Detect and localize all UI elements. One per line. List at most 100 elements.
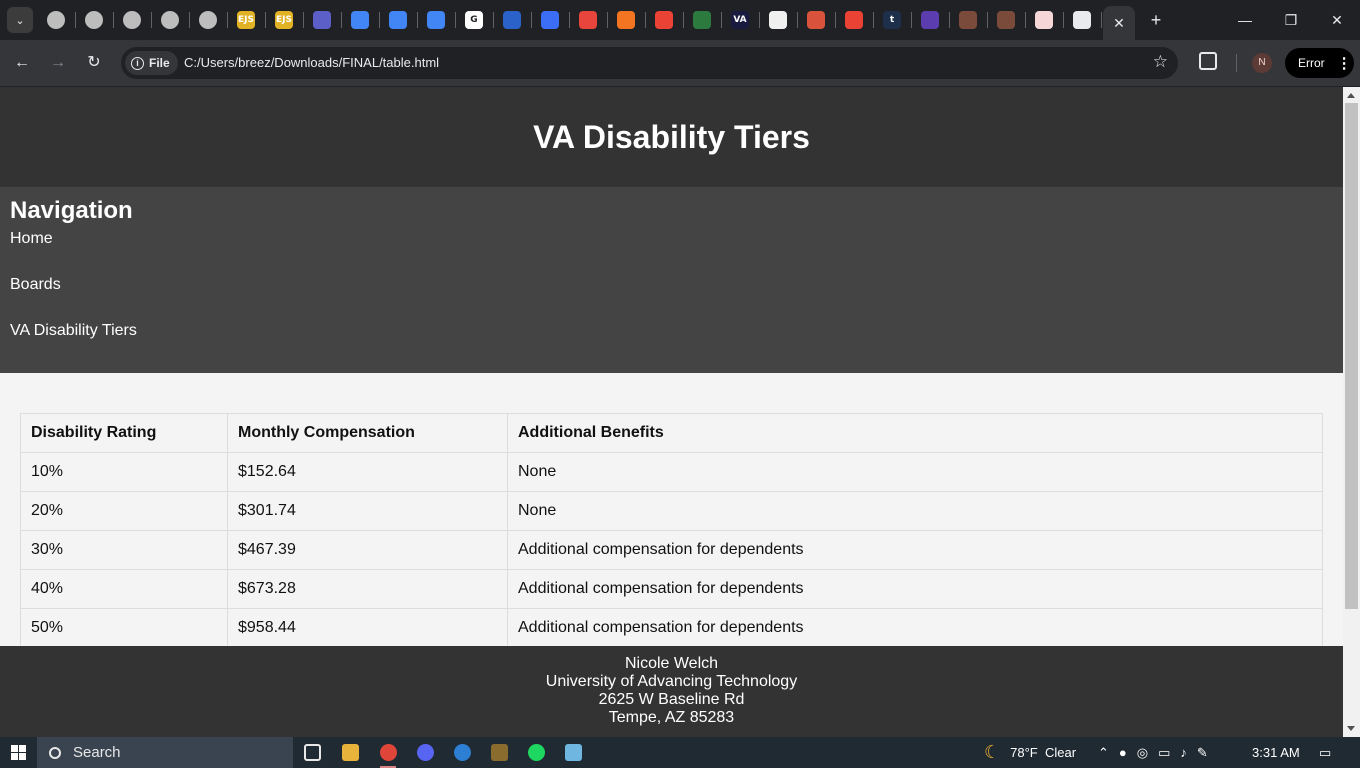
back-button[interactable]: ← [10, 51, 34, 75]
table-cell: 10% [20, 452, 228, 492]
code-icon[interactable] [921, 11, 939, 29]
tab-divider [1025, 12, 1026, 28]
scroll-down-icon[interactable] [1347, 726, 1355, 731]
scrollbar-thumb[interactable] [1345, 103, 1358, 609]
profile-avatar[interactable]: N [1252, 53, 1272, 73]
file-explorer-icon[interactable] [342, 744, 359, 761]
notepad-icon[interactable] [565, 744, 582, 761]
docs-icon[interactable] [389, 11, 407, 29]
nav-link-va-disability-tiers[interactable]: VA Disability Tiers [10, 322, 137, 340]
browser-toolbar: ← → ↻ i File C:/Users/breez/Downloads/FI… [0, 40, 1360, 86]
nav-link-home[interactable]: Home [10, 230, 53, 248]
forward-button[interactable]: → [46, 51, 70, 75]
tab-divider [797, 12, 798, 28]
tab-divider [949, 12, 950, 28]
avatar-icon[interactable] [997, 11, 1015, 29]
bookmark-star-icon[interactable]: ☆ [1153, 52, 1168, 72]
app-icon[interactable] [503, 11, 521, 29]
tab-divider [379, 12, 380, 28]
github-icon[interactable] [1073, 11, 1091, 29]
app-icon[interactable] [1035, 11, 1053, 29]
table-cell: $673.28 [227, 569, 508, 609]
hubspot-icon[interactable] [579, 11, 597, 29]
volume-icon[interactable]: ♪ [1180, 745, 1187, 760]
docs-icon[interactable] [427, 11, 445, 29]
tab-divider [455, 12, 456, 28]
va-icon[interactable]: VA [731, 11, 749, 29]
taskbar-search-box[interactable]: Search [37, 737, 293, 768]
docs-icon[interactable] [351, 11, 369, 29]
tab-divider [531, 12, 532, 28]
spotify-icon[interactable] [528, 744, 545, 761]
ejs-icon[interactable]: EJS [275, 11, 293, 29]
avatar-icon[interactable] [959, 11, 977, 29]
close-window-icon[interactable]: ✕ [1325, 8, 1349, 32]
table-cell: None [507, 452, 1323, 492]
moon-icon: ☾ [984, 742, 1001, 762]
gmail-icon[interactable] [655, 11, 673, 29]
url-text[interactable]: C:/Users/breez/Downloads/FINAL/table.htm… [184, 55, 439, 70]
gmail-icon[interactable] [845, 11, 863, 29]
clock[interactable]: 3:31 AM [1252, 737, 1300, 768]
page-header: VA Disability Tiers [0, 87, 1343, 187]
system-tray: ⌃ ● ◎ ▭ ♪ ✎ [1098, 737, 1208, 768]
pen-icon[interactable]: ✎ [1197, 745, 1208, 761]
windows-taskbar: Search ☾ 78°F Clear ⌃ ● ◎ ▭ ♪ ✎ 3:31 AM … [0, 737, 1360, 768]
app-icon[interactable] [693, 11, 711, 29]
page-icon[interactable] [47, 11, 65, 29]
page-icon[interactable] [123, 11, 141, 29]
app-icon[interactable] [454, 744, 471, 761]
tab-divider [417, 12, 418, 28]
tab-divider [987, 12, 988, 28]
windows-start-icon[interactable] [11, 745, 26, 760]
new-tab-button[interactable]: + [1146, 10, 1166, 30]
discord-icon[interactable] [417, 744, 434, 761]
wifi-icon[interactable]: ◎ [1137, 745, 1148, 761]
page-icon[interactable] [85, 11, 103, 29]
extensions-icon[interactable] [1199, 52, 1217, 70]
reload-button[interactable]: ↻ [82, 51, 106, 75]
chrome-icon[interactable] [380, 744, 397, 761]
column-header: Disability Rating [20, 413, 228, 453]
weather-widget[interactable]: ☾ 78°F Clear [984, 737, 1076, 768]
google-icon[interactable]: G [465, 11, 483, 29]
site-info-label: File [149, 56, 170, 70]
page-viewport: VA Disability Tiers Navigation Home Boar… [0, 87, 1343, 737]
page-footer: Nicole Welch University of Advancing Tec… [0, 646, 1343, 737]
game-icon[interactable] [491, 744, 508, 761]
page-icon[interactable] [199, 11, 217, 29]
weather-text: 78°F Clear [1010, 745, 1077, 760]
play-icon[interactable] [541, 11, 559, 29]
tab-divider [569, 12, 570, 28]
table-cell: $152.64 [227, 452, 508, 492]
page-scrollbar[interactable] [1343, 87, 1360, 737]
search-icon [49, 746, 61, 759]
tab-divider [759, 12, 760, 28]
network-icon[interactable]: ▭ [1158, 745, 1170, 761]
site-info-chip[interactable]: i File [125, 51, 178, 75]
minimize-icon[interactable]: — [1233, 8, 1257, 32]
crunchyroll-icon[interactable] [617, 11, 635, 29]
chevron-up-icon[interactable]: ⌃ [1098, 745, 1109, 761]
tab-search-button[interactable]: ⌄ [7, 7, 33, 33]
app-icon[interactable] [769, 11, 787, 29]
restore-icon[interactable]: ❐ [1279, 8, 1303, 32]
error-menu-button[interactable]: Error ⋮ [1285, 48, 1354, 78]
page-icon[interactable] [161, 11, 179, 29]
address-bar[interactable]: i File C:/Users/breez/Downloads/FINAL/ta… [121, 47, 1178, 79]
app-icon[interactable] [807, 11, 825, 29]
nav-link-boards[interactable]: Boards [10, 276, 61, 294]
table-cell: $301.74 [227, 491, 508, 531]
page-title: VA Disability Tiers [533, 118, 810, 155]
notification-icon[interactable]: ▭ [1319, 737, 1331, 768]
task-view-icon[interactable] [304, 744, 321, 761]
tumblr-icon[interactable]: t [883, 11, 901, 29]
microphone-icon[interactable]: ● [1119, 745, 1127, 760]
ejs-icon[interactable]: EJS [237, 11, 255, 29]
scroll-up-icon[interactable] [1347, 93, 1355, 98]
column-header: Additional Benefits [507, 413, 1323, 453]
error-label: Error [1298, 56, 1325, 70]
disability-table: Disability Rating Monthly Compensation A… [20, 413, 1323, 648]
teams-icon[interactable] [313, 11, 331, 29]
active-tab-close-icon[interactable]: ✕ [1103, 6, 1135, 40]
